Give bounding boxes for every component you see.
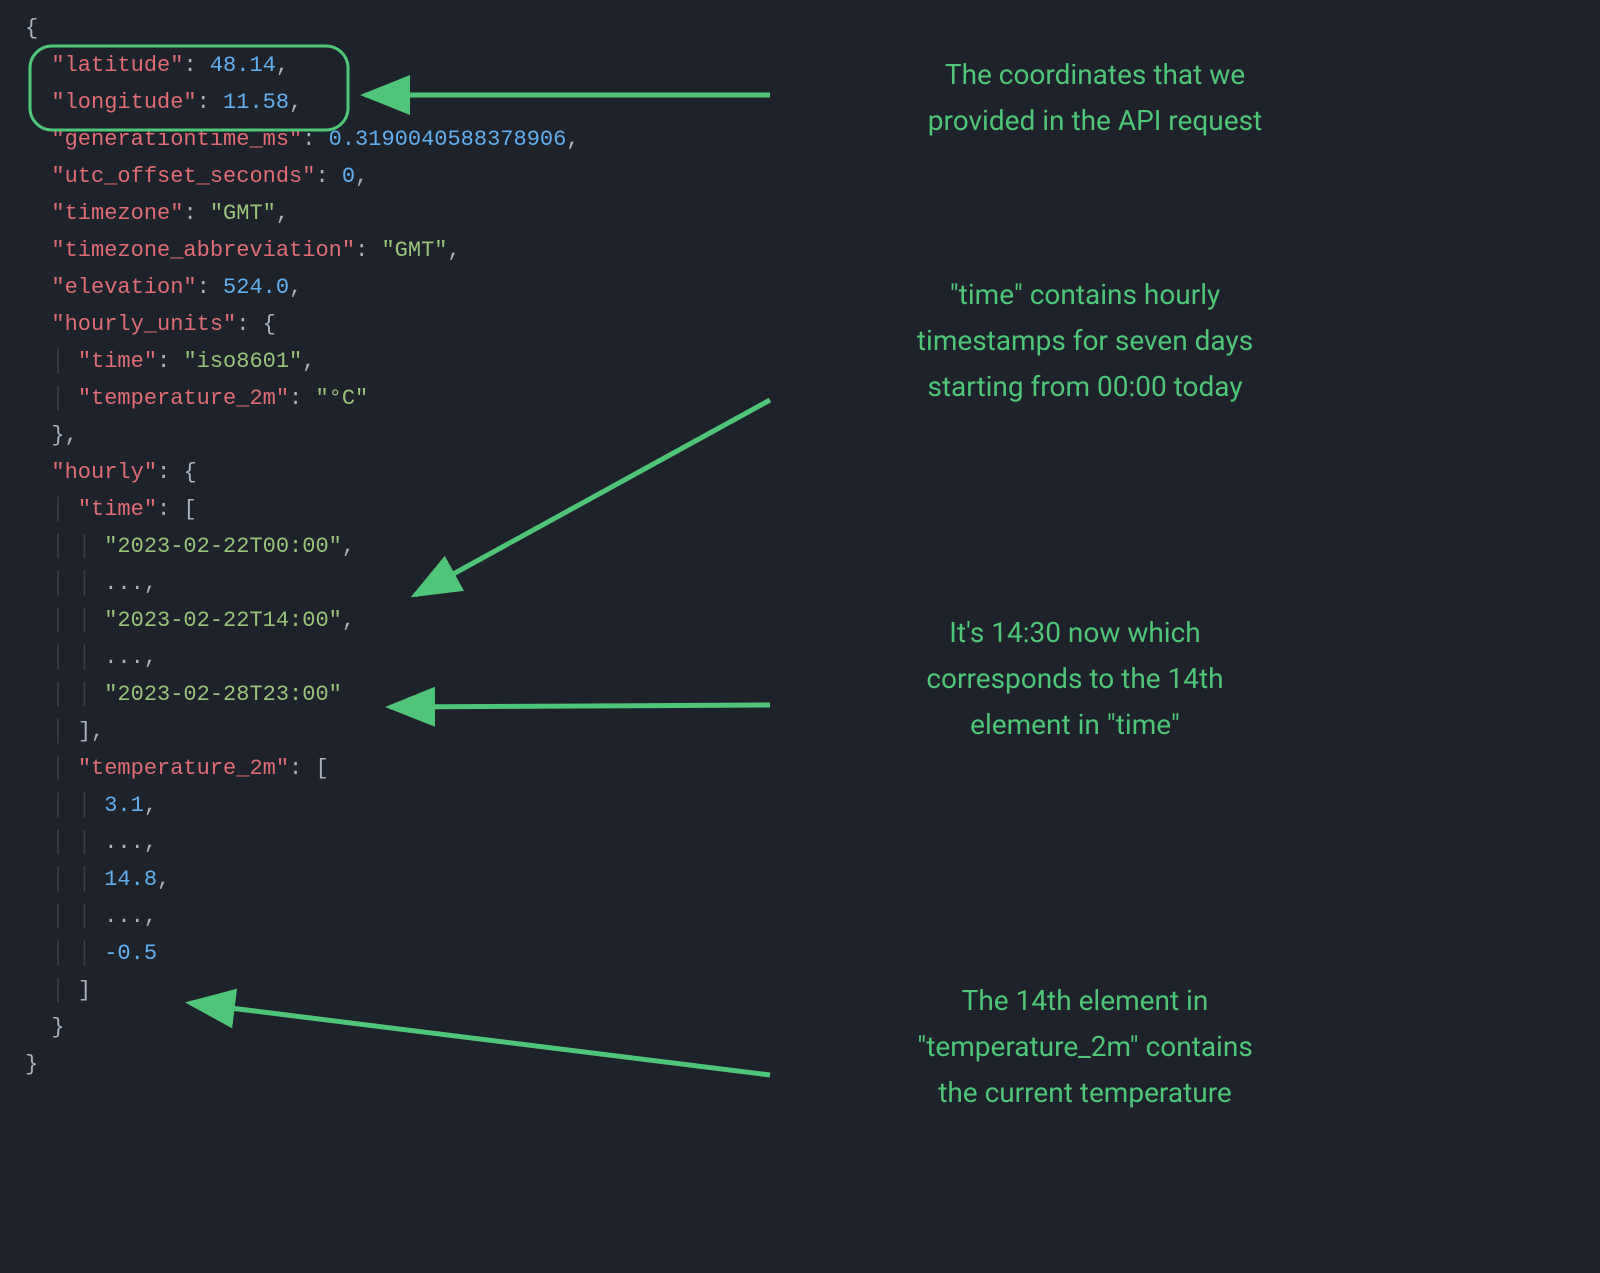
key-generationtime: "generationtime_ms" [51,127,302,152]
key-utc-offset: "utc_offset_seconds" [51,164,315,189]
temp-last: -0.5 [104,941,157,966]
ellipsis: ... [104,645,144,670]
time-0: "2023-02-22T00:00" [104,534,342,559]
val-hu-temp: "°C" [315,386,368,411]
ellipsis: ... [104,904,144,929]
key-h-time: "time" [78,497,157,522]
key-hu-time: "time" [78,349,157,374]
val-generationtime: 0.3190040588378906 [329,127,567,152]
ellipsis: ... [104,571,144,596]
val-utc-offset: 0 [342,164,355,189]
key-timezone: "timezone" [51,201,183,226]
key-longitude: "longitude" [51,90,196,115]
annotation-14th-temp: The 14th element in "temperature_2m" con… [860,978,1310,1117]
temp-0: 3.1 [104,793,144,818]
temp-14: 14.8 [104,867,157,892]
val-timezone: "GMT" [210,201,276,226]
key-elevation: "elevation" [51,275,196,300]
val-longitude: 11.58 [223,90,289,115]
key-latitude: "latitude" [51,53,183,78]
time-last: "2023-02-28T23:00" [104,682,342,707]
val-hu-time: "iso8601" [183,349,302,374]
key-hourly-units: "hourly_units" [51,312,236,337]
time-14: "2023-02-22T14:00" [104,608,342,633]
ellipsis: ... [104,830,144,855]
key-hourly: "hourly" [51,460,157,485]
val-elevation: 524.0 [223,275,289,300]
annotation-time-array: "time" contains hourly timestamps for se… [870,272,1300,411]
key-tz-abbrev: "timezone_abbreviation" [51,238,355,263]
annotation-coordinates: The coordinates that we provided in the … [895,52,1295,144]
annotation-14th-time: It's 14:30 now which corresponds to the … [860,610,1290,749]
key-h-temp: "temperature_2m" [78,756,289,781]
val-tz-abbrev: "GMT" [381,238,447,263]
key-hu-temp: "temperature_2m" [78,386,289,411]
val-latitude: 48.14 [210,53,276,78]
json-code-block: { "latitude": 48.14, "longitude": 11.58,… [25,10,580,1083]
